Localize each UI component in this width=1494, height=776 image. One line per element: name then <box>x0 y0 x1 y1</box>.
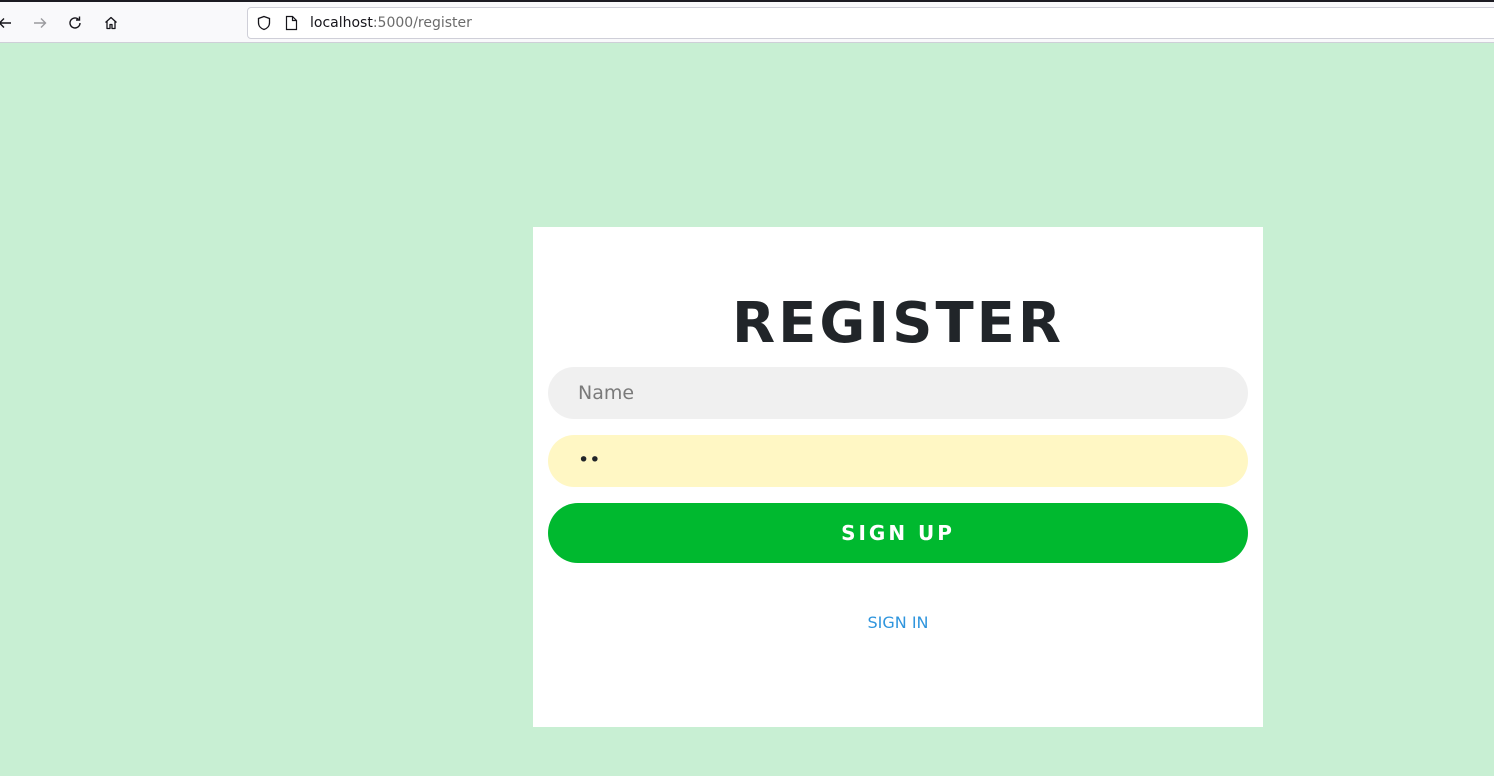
back-arrow-icon <box>0 18 11 28</box>
address-bar[interactable]: localhost:5000/register <box>247 7 1494 39</box>
browser-toolbar: localhost:5000/register <box>0 0 1494 43</box>
register-card: REGISTER •• SIGN UP SIGN IN <box>533 227 1263 727</box>
reload-button[interactable] <box>62 10 88 36</box>
home-icon <box>105 16 117 30</box>
url-host: localhost <box>310 15 373 31</box>
back-button[interactable] <box>0 10 18 36</box>
name-input[interactable] <box>548 367 1248 419</box>
sign-in-link[interactable]: SIGN IN <box>533 613 1263 632</box>
page-title: REGISTER <box>731 291 1065 356</box>
password-input[interactable] <box>548 435 1248 487</box>
page-icon <box>285 15 298 31</box>
forward-button[interactable] <box>27 10 53 36</box>
sign-up-button[interactable]: SIGN UP <box>548 503 1248 563</box>
forward-arrow-icon <box>34 18 47 28</box>
reload-icon <box>69 16 81 29</box>
url-text[interactable]: localhost:5000/register <box>310 15 472 32</box>
home-button[interactable] <box>98 10 124 36</box>
url-path: :5000/register <box>372 15 472 31</box>
shield-icon[interactable] <box>256 15 272 31</box>
